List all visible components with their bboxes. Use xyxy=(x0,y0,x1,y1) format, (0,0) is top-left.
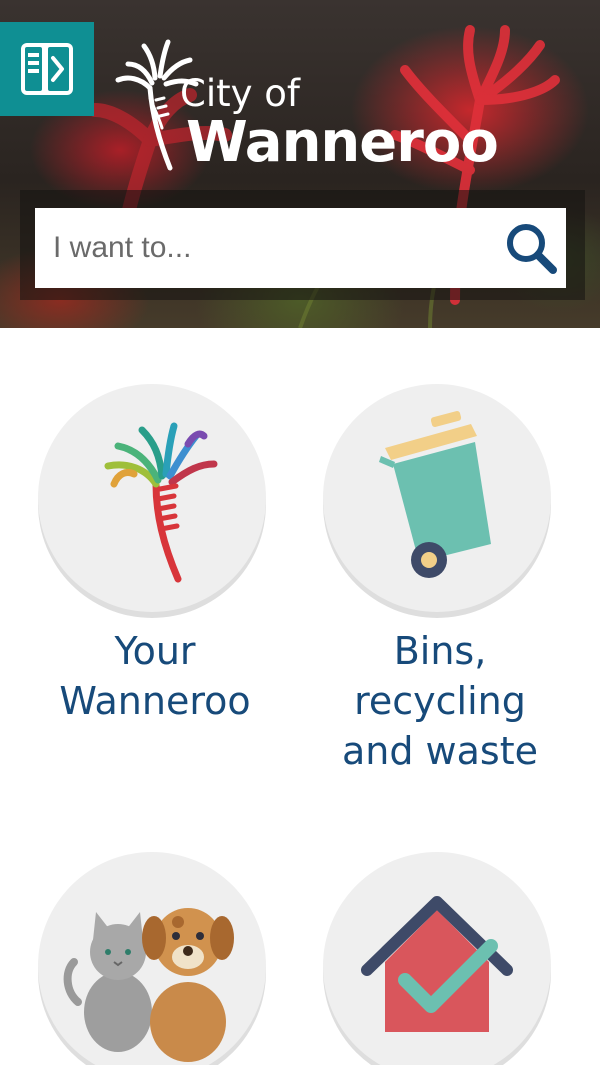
tile-label-line: and waste xyxy=(341,729,538,773)
tile-label-line: Your xyxy=(114,629,196,673)
tile-label: Bins, recycling and waste xyxy=(310,626,570,776)
sidebar-menu-button[interactable] xyxy=(0,22,94,116)
kangaroo-paw-icon xyxy=(104,422,218,583)
tile-label-line: Bins, xyxy=(393,629,487,673)
wheelie-bin-icon xyxy=(379,410,491,578)
search-input[interactable] xyxy=(35,217,496,279)
quick-links-grid: Your Wanneroo Bins, recycling and waste xyxy=(0,328,600,1065)
tile-label: Your Wanneroo xyxy=(25,626,285,726)
tile-home-property[interactable] xyxy=(295,848,585,1065)
search-icon xyxy=(507,224,557,274)
house-check-icon xyxy=(361,896,513,1032)
tile-label-line: recycling xyxy=(354,679,526,723)
tile-animals-pets[interactable] xyxy=(10,848,300,1065)
sidebar-toggle-icon xyxy=(21,43,73,95)
tile-bins-recycling-waste[interactable]: Bins, recycling and waste xyxy=(295,328,585,788)
tile-label-line: Wanneroo xyxy=(59,679,251,723)
tile-icon-circle xyxy=(38,852,266,1065)
hero-header: City of Wanneroo xyxy=(0,0,600,328)
tile-icon-circle xyxy=(38,384,266,612)
cat-and-dog-icon xyxy=(63,908,234,1062)
logo-prefix-text: City of xyxy=(180,72,300,115)
search-bar xyxy=(35,208,566,288)
city-logo[interactable]: City of Wanneroo xyxy=(100,28,510,178)
tile-icon-circle xyxy=(323,384,551,612)
tile-icon-circle xyxy=(323,852,551,1065)
logo-name-text: Wanneroo xyxy=(186,110,499,175)
tile-your-wanneroo[interactable]: Your Wanneroo xyxy=(10,328,300,748)
search-button[interactable] xyxy=(496,208,566,288)
